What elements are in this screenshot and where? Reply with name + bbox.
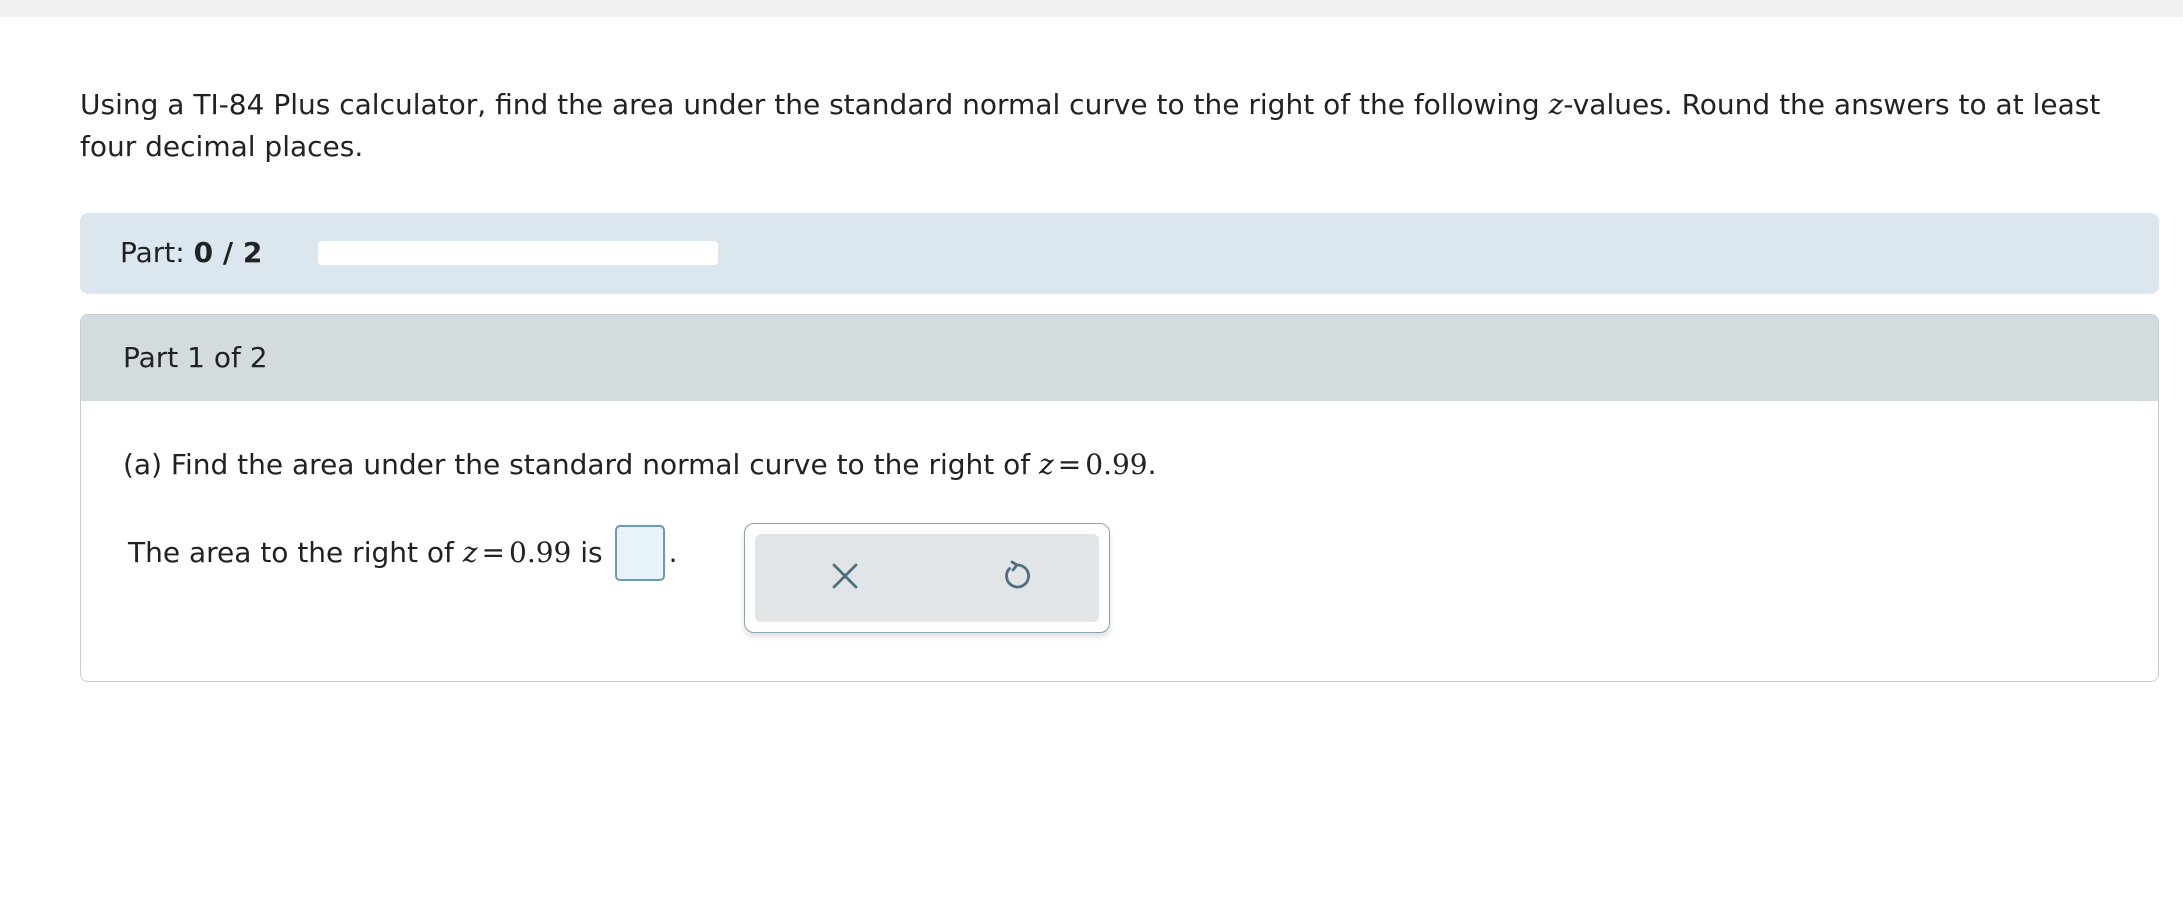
answer-row: The area to the right of z = 0.99 is.	[128, 525, 678, 581]
answer-input[interactable]	[614, 525, 665, 581]
part-header: Part 1 of 2	[81, 315, 2158, 401]
part-progress-label: Part: 0 / 2	[120, 236, 263, 269]
problem-statement: Using a TI-84 Plus calculator, find the …	[80, 84, 2150, 168]
question-text: (a) Find the area under the standard nor…	[123, 448, 1157, 481]
part-progress-bar: Part: 0 / 2	[80, 213, 2159, 294]
undo-button[interactable]	[991, 552, 1043, 604]
x-icon	[830, 561, 860, 595]
part-title: Part 1 of 2	[123, 341, 268, 374]
intro-text: Using a TI-84 Plus calculator, find the …	[80, 88, 1549, 121]
progress-track	[318, 241, 718, 265]
clear-button[interactable]	[819, 552, 871, 604]
part-progress-value: 0 / 2	[193, 236, 263, 269]
z-variable: z	[1548, 88, 1564, 121]
answer-tools-inner	[755, 534, 1099, 622]
part-card: Part 1 of 2 (a) Find the area under the …	[80, 314, 2159, 682]
answer-tools-panel	[744, 523, 1110, 633]
undo-icon	[1000, 559, 1034, 597]
top-bar	[0, 0, 2183, 17]
